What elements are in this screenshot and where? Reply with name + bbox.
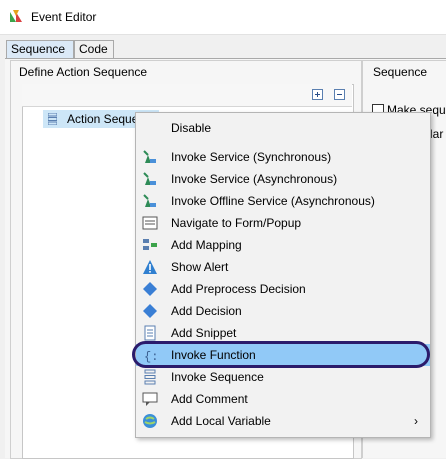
- menu-item-add-comment[interactable]: Add Comment: [136, 388, 430, 410]
- mapping-icon: [143, 239, 157, 250]
- menu-item-label: Add Local Variable: [171, 414, 271, 428]
- service-icon: [143, 172, 156, 185]
- menu-item-label: Invoke Sequence: [171, 370, 264, 384]
- tree-toolbar: [22, 84, 352, 107]
- sequence-icon: [144, 369, 156, 385]
- menu-item-label: Disable: [171, 121, 212, 135]
- group-title: Define Action Sequence: [19, 65, 148, 79]
- diamond-icon: [143, 304, 157, 318]
- diamond-icon: [143, 282, 157, 296]
- menu-item-add-mapping[interactable]: Add Mapping: [136, 234, 430, 256]
- editor-icon: [10, 10, 22, 22]
- menu-item-label: Add Decision: [171, 304, 242, 318]
- collapse-all-button[interactable]: [334, 89, 345, 100]
- menu-item-add-decision[interactable]: Add Decision: [136, 300, 430, 322]
- group-title: Sequence: [373, 65, 428, 79]
- context-menu: Disable Invoke Service (Synchronous) Inv…: [135, 112, 431, 438]
- tab-sequence[interactable]: Sequence: [6, 40, 74, 59]
- menu-item-label: Add Preprocess Decision: [171, 282, 306, 296]
- service-icon: [143, 194, 156, 207]
- menu-item-label: Navigate to Form/Popup: [171, 216, 302, 230]
- menu-item-label: Show Alert: [171, 260, 229, 274]
- alert-icon: [143, 260, 157, 274]
- service-icon: [143, 150, 156, 163]
- form-icon: [142, 216, 158, 230]
- left-edge: [0, 58, 5, 457]
- menu-item-show-alert[interactable]: Show Alert: [136, 256, 430, 278]
- menu-item-navigate-form[interactable]: Navigate to Form/Popup: [136, 212, 430, 234]
- menu-item-label: Invoke Offline Service (Asynchronous): [171, 194, 375, 208]
- submenu-arrow-icon: ›: [414, 414, 418, 428]
- highlight-ring: [132, 341, 430, 368]
- menu-item-invoke-service-async[interactable]: Invoke Service (Asynchronous): [136, 168, 430, 190]
- menu-item-label: Invoke Service (Asynchronous): [171, 172, 338, 186]
- tab-code[interactable]: Code: [74, 40, 114, 58]
- menu-item-label: Add Snippet: [171, 326, 237, 340]
- menu-item-invoke-offline-service[interactable]: Invoke Offline Service (Asynchronous): [136, 190, 430, 212]
- menu-item-add-local-variable[interactable]: Add Local Variable ›: [136, 410, 430, 432]
- sequence-icon: [48, 113, 57, 125]
- menu-item-add-preprocess-decision[interactable]: Add Preprocess Decision: [136, 278, 430, 300]
- expand-all-button[interactable]: [312, 89, 323, 100]
- menu-item-invoke-service-sync[interactable]: Invoke Service (Synchronous): [136, 146, 430, 168]
- window-title: Event Editor: [31, 10, 97, 24]
- comment-icon: [142, 392, 158, 406]
- menu-item-label: Invoke Service (Synchronous): [171, 150, 332, 164]
- menu-item-invoke-sequence[interactable]: Invoke Sequence: [136, 366, 430, 388]
- snippet-icon: [144, 325, 156, 341]
- menu-item-label: Add Comment: [171, 392, 248, 406]
- globe-icon: [143, 414, 157, 428]
- title-bar: Event Editor: [0, 0, 446, 35]
- menu-item-disable[interactable]: Disable: [136, 117, 430, 139]
- menu-item-label: Add Mapping: [171, 238, 242, 252]
